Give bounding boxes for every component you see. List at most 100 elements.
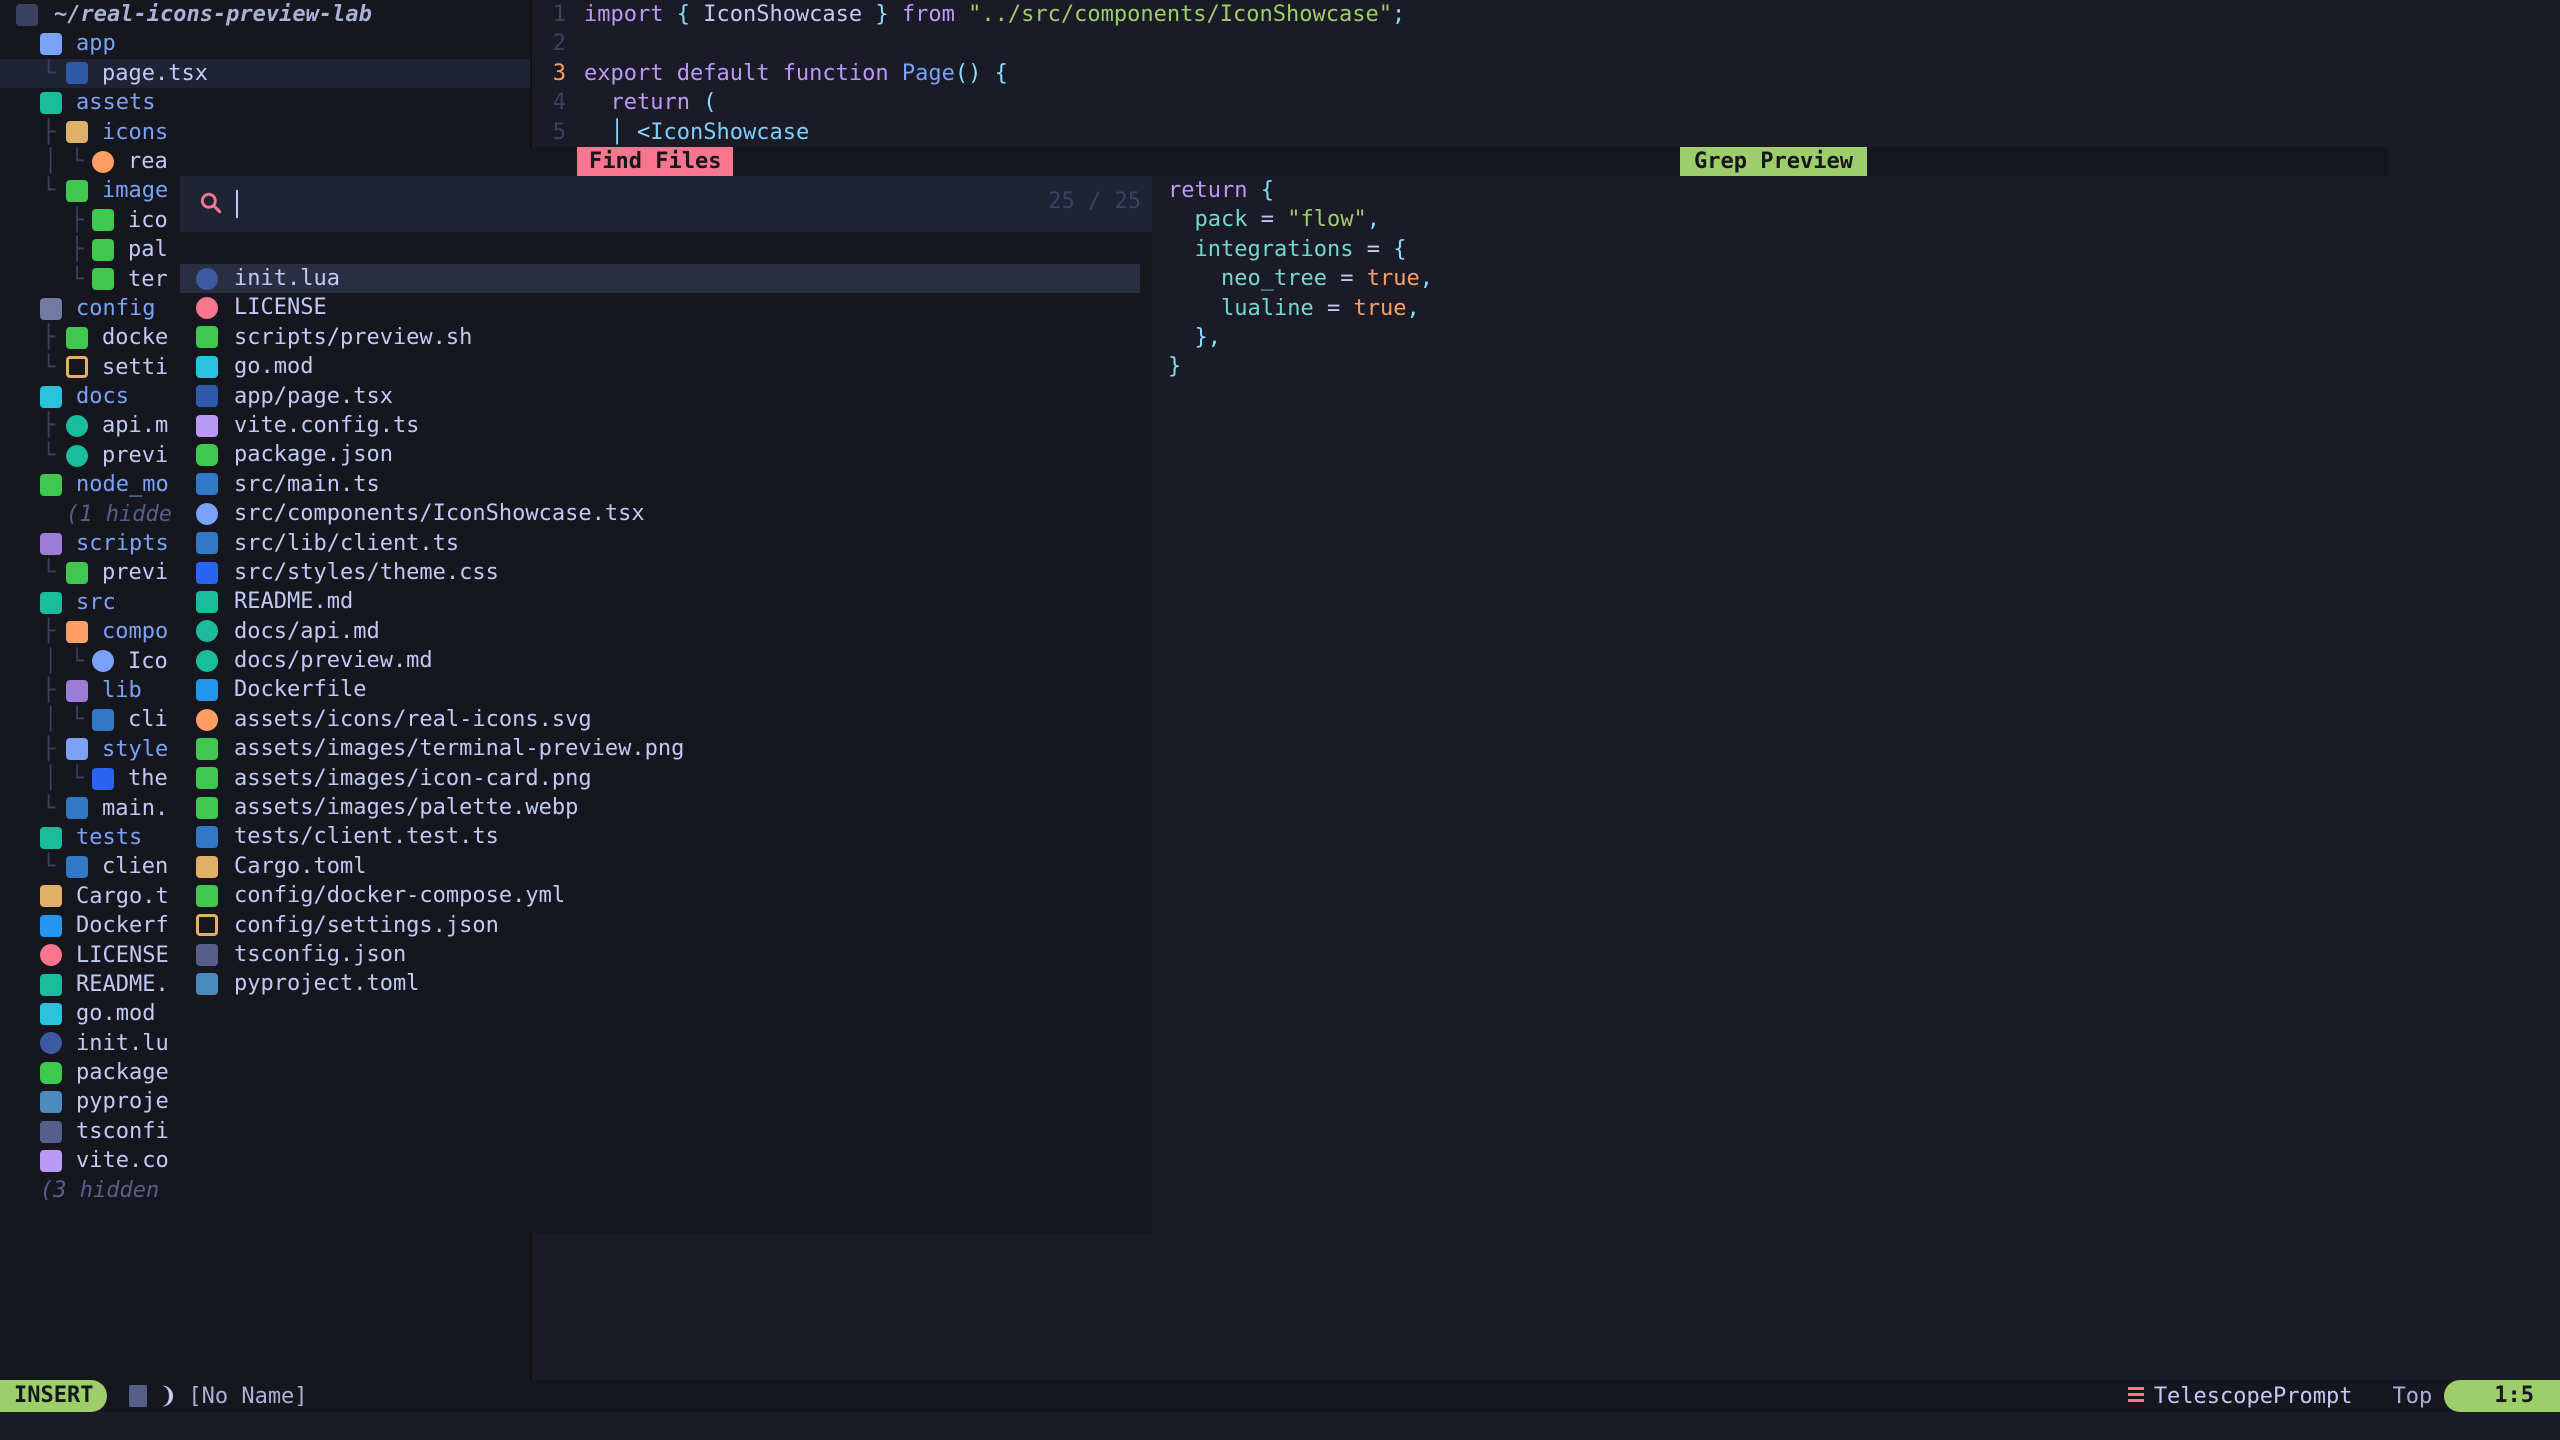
tree-item-label: src	[76, 589, 116, 615]
tree-item-label: api.m	[102, 413, 169, 439]
file-tsx-icon	[66, 62, 88, 85]
code-line: 5 │ < IconShowcase	[532, 118, 2560, 147]
tree-item-label: clien	[102, 854, 169, 880]
tree-item[interactable]: app	[0, 29, 530, 58]
tree-item-label: app	[76, 31, 116, 57]
result-item[interactable]: assets/icons/real-icons.svg	[180, 705, 1140, 734]
tree-item-label: pyproje	[76, 1089, 169, 1115]
folder-lib-icon	[66, 679, 88, 702]
result-path: assets/images/icon-card.png	[234, 765, 592, 791]
indent-guide: │ └	[44, 148, 84, 174]
result-item[interactable]: pyproject.toml	[180, 969, 1140, 998]
result-path: src/components/IconShowcase.tsx	[234, 501, 645, 527]
folder-config-icon	[40, 297, 62, 320]
code-token: ,	[1406, 295, 1420, 321]
indent-guide: └	[42, 354, 56, 380]
result-item[interactable]: assets/images/terminal-preview.png	[180, 734, 1140, 763]
file-pkg-icon	[40, 1061, 62, 1084]
indent-guide: │ └	[44, 766, 84, 792]
css-file-icon	[196, 561, 218, 584]
result-item[interactable]: go.mod	[180, 352, 1140, 381]
sh-file-icon	[196, 326, 218, 349]
result-item[interactable]: assets/images/icon-card.png	[180, 764, 1140, 793]
result-path: Dockerfile	[234, 677, 367, 703]
folder-node-icon	[40, 473, 62, 496]
code-token: export	[584, 60, 677, 86]
command-line[interactable]	[0, 1412, 2560, 1440]
folder-docs-icon	[40, 385, 62, 408]
code-token: return	[1168, 178, 1261, 203]
tree-item-label: assets	[76, 90, 156, 116]
license-file-icon	[196, 297, 218, 320]
tree-item[interactable]: assets	[0, 88, 530, 117]
result-item[interactable]: tests/client.test.ts	[180, 822, 1140, 851]
preview-line: pack = "flow",	[1168, 205, 2388, 234]
py-file-icon	[196, 973, 218, 996]
md-file-icon	[196, 649, 218, 672]
indent-guide: └	[42, 60, 56, 86]
result-item[interactable]: app/page.tsx	[180, 382, 1140, 411]
file-sh-icon	[66, 562, 88, 585]
docker-file-icon	[196, 884, 218, 907]
result-item[interactable]: src/styles/theme.css	[180, 558, 1140, 587]
result-item[interactable]: src/main.ts	[180, 470, 1140, 499]
result-path: package.json	[234, 442, 393, 468]
tree-root[interactable]: ~/real-icons-preview-lab	[0, 0, 530, 29]
result-item[interactable]: docs/preview.md	[180, 646, 1140, 675]
result-item[interactable]: Cargo.toml	[180, 852, 1140, 881]
folder-tests-icon	[40, 826, 62, 849]
result-item[interactable]: tsconfig.json	[180, 940, 1140, 969]
filetype-icon	[2127, 1387, 2144, 1405]
result-item[interactable]: config/docker-compose.yml	[180, 881, 1140, 910]
result-item[interactable]: config/settings.json	[180, 911, 1140, 940]
code-line: 2	[532, 29, 2560, 58]
result-item[interactable]: assets/images/palette.webp	[180, 793, 1140, 822]
result-item[interactable]: Dockerfile	[180, 675, 1140, 704]
tree-item-label: package	[76, 1060, 169, 1086]
result-item[interactable]: vite.config.ts	[180, 411, 1140, 440]
filetype-label: TelescopePrompt	[2153, 1383, 2353, 1409]
code-token: import	[584, 2, 677, 27]
result-path: assets/icons/real-icons.svg	[234, 706, 592, 732]
result-item[interactable]: src/components/IconShowcase.tsx	[180, 499, 1140, 528]
cargo-file-icon	[196, 855, 218, 878]
preview-pane: return { pack = "flow", integrations = {…	[1152, 176, 2388, 1233]
tree-item-label: LICENSE	[76, 942, 169, 968]
result-item[interactable]: package.json	[180, 440, 1140, 469]
tree-root-label: ~/real-icons-preview-lab	[54, 2, 372, 27]
result-item[interactable]: scripts/preview.sh	[180, 323, 1140, 352]
prompt-title: Find Files	[577, 147, 734, 176]
result-path: src/styles/theme.css	[234, 559, 499, 585]
folder-icons-icon	[66, 121, 88, 144]
img-file-icon	[196, 737, 218, 760]
tree-item-label: docke	[102, 325, 169, 351]
indent-guide: ├	[42, 619, 56, 645]
indent-guide: ├	[42, 325, 56, 351]
tree-item-label: pal	[128, 237, 168, 263]
result-item[interactable]: README.md	[180, 587, 1140, 616]
indent-guide: ├	[42, 736, 56, 762]
ts-file-icon	[196, 826, 218, 849]
tree-item[interactable]: └ page.tsx	[0, 58, 530, 89]
result-item[interactable]: init.lua	[180, 264, 1140, 294]
code-token: lualine	[1220, 295, 1314, 321]
preview-line: },	[1168, 323, 2388, 352]
results-list[interactable]: init.lua LICENSE scripts/preview.sh go.mod a…	[180, 264, 1140, 999]
indent-guide: └	[42, 442, 56, 468]
separator-icon: ❩	[159, 1379, 177, 1412]
folder-assets-icon	[40, 91, 62, 114]
result-item[interactable]: LICENSE	[180, 293, 1140, 322]
preview-title: Grep Preview	[1680, 147, 1867, 176]
code-token: integrations	[1194, 236, 1354, 262]
line-number: 2	[552, 31, 566, 57]
tree-item[interactable]: ├ icons	[0, 118, 530, 147]
code-token: IconShowcase	[650, 119, 810, 145]
result-item[interactable]: docs/api.md	[180, 617, 1140, 646]
result-path: scripts/preview.sh	[234, 324, 473, 350]
folder-img-icon	[66, 180, 88, 203]
tsx-file-icon	[196, 385, 218, 408]
result-path: pyproject.toml	[234, 971, 420, 997]
result-item[interactable]: src/lib/client.ts	[180, 529, 1140, 558]
search-prompt[interactable]: 25 / 25	[180, 176, 1155, 232]
